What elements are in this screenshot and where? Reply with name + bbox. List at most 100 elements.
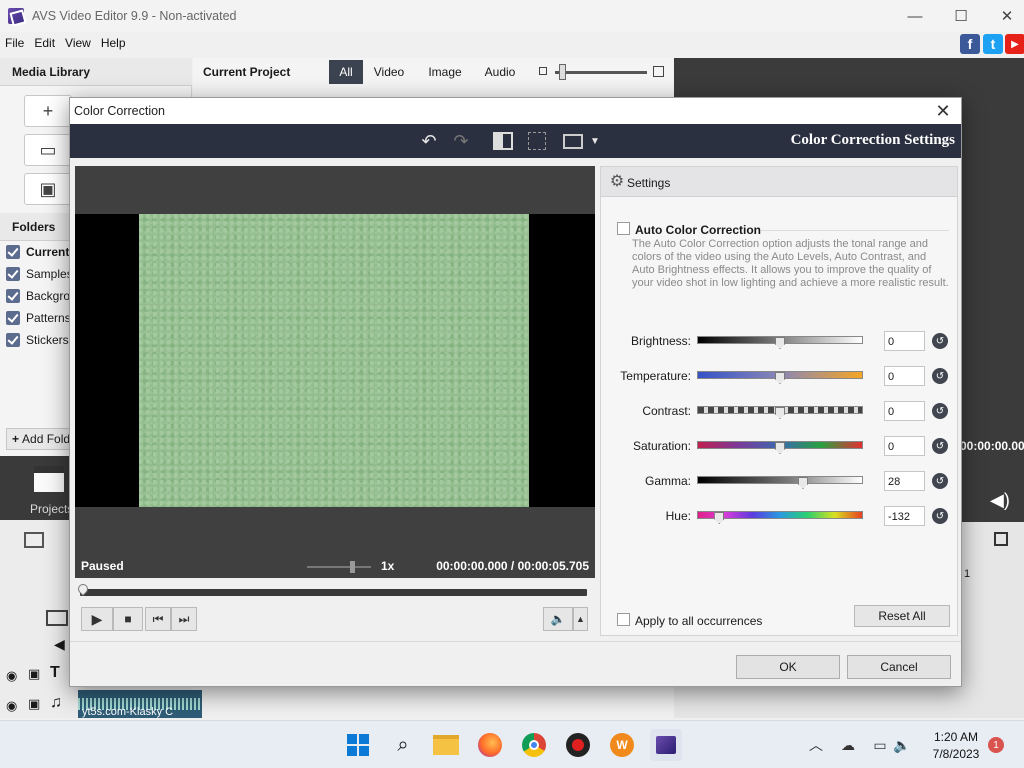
volume-icon[interactable]: ◀) bbox=[990, 490, 1010, 511]
volume-button[interactable]: 🔈 bbox=[543, 607, 573, 631]
chevron-up-icon[interactable]: ︿ bbox=[806, 735, 826, 755]
temperature-slider-thumb[interactable] bbox=[775, 372, 785, 384]
add-folder-button[interactable]: + Add Fold bbox=[6, 428, 76, 450]
settings-panel: ⚙ Settings Auto Color Correction The Aut… bbox=[600, 166, 958, 636]
temperature-slider[interactable] bbox=[697, 371, 863, 384]
lock-icon[interactable]: ▣ bbox=[28, 696, 40, 712]
volume-dropdown[interactable]: ▲ bbox=[573, 607, 588, 631]
hue-slider-thumb[interactable] bbox=[714, 512, 725, 524]
tab-all[interactable]: All bbox=[329, 60, 363, 84]
notification-badge[interactable]: 1 bbox=[988, 737, 1004, 753]
menu-edit[interactable]: Edit bbox=[29, 36, 60, 50]
folder-samples[interactable]: Samples bbox=[6, 264, 73, 284]
gamma-value[interactable]: 28 bbox=[884, 471, 925, 491]
brightness-slider[interactable] bbox=[697, 336, 863, 349]
auto-color-correction-label[interactable]: Auto Color Correction bbox=[635, 223, 761, 237]
eye-icon[interactable]: ◉ bbox=[6, 668, 17, 684]
stop-button[interactable]: ■ bbox=[113, 607, 143, 631]
tab-audio[interactable]: Audio bbox=[481, 60, 519, 84]
youtube-icon[interactable]: ▶ bbox=[1005, 34, 1024, 54]
menu-view[interactable]: View bbox=[60, 36, 96, 50]
menu-help[interactable]: Help bbox=[96, 36, 131, 50]
previous-frame-button[interactable]: ⏮ bbox=[145, 607, 171, 631]
saturation-reset-icon[interactable]: ↺ bbox=[932, 438, 948, 454]
clapperboard-icon[interactable] bbox=[34, 466, 64, 492]
hue-slider[interactable] bbox=[697, 511, 863, 524]
grid-icon[interactable] bbox=[526, 130, 548, 152]
volume-icon[interactable]: 🔈 bbox=[892, 735, 912, 755]
fit-timeline-icon[interactable] bbox=[994, 532, 1008, 546]
folder-backgrounds[interactable]: Backgrou bbox=[6, 286, 77, 306]
network-icon[interactable]: ▭ bbox=[870, 735, 890, 755]
dialog-close-button[interactable]: ✕ bbox=[931, 100, 955, 122]
saturation-slider[interactable] bbox=[697, 441, 863, 454]
recorder-icon[interactable] bbox=[562, 729, 594, 761]
facebook-icon[interactable]: f bbox=[960, 34, 980, 54]
audio-editor-icon[interactable]: W bbox=[606, 729, 638, 761]
capture-screen-icon[interactable]: ▣ bbox=[24, 173, 72, 205]
chevron-down-icon[interactable]: ▼ bbox=[584, 130, 606, 152]
speed-slider-thumb[interactable] bbox=[349, 561, 355, 573]
minimize-button[interactable]: — bbox=[892, 0, 938, 32]
maximize-button[interactable]: ☐ bbox=[938, 0, 984, 32]
temperature-value[interactable]: 0 bbox=[884, 366, 925, 386]
undo-icon[interactable]: ↶ bbox=[418, 130, 440, 152]
reset-all-button[interactable]: Reset All bbox=[854, 605, 950, 627]
gamma-slider-thumb[interactable] bbox=[797, 477, 808, 489]
hue-value[interactable]: -132 bbox=[884, 506, 925, 526]
tab-image[interactable]: Image bbox=[425, 60, 465, 84]
folder-stickers[interactable]: Stickers bbox=[6, 330, 69, 350]
seek-bar[interactable] bbox=[80, 589, 587, 596]
contrast-slider-thumb[interactable] bbox=[775, 407, 785, 419]
cloud-offline-icon[interactable]: ☁ bbox=[838, 735, 858, 755]
redo-icon[interactable]: ↷ bbox=[450, 130, 472, 152]
brightness-reset-icon[interactable]: ↺ bbox=[932, 333, 948, 349]
capture-video-icon[interactable]: ▭ bbox=[24, 134, 72, 166]
apply-to-all-label[interactable]: Apply to all occurrences bbox=[635, 614, 762, 628]
search-icon[interactable]: ⌕ bbox=[387, 729, 419, 761]
clock-time[interactable]: 1:20 AM bbox=[928, 730, 984, 744]
menu-file[interactable]: File bbox=[0, 36, 29, 50]
chrome-icon[interactable] bbox=[518, 729, 550, 761]
small-thumbnail-icon[interactable] bbox=[539, 67, 547, 75]
next-frame-button[interactable]: ⏭ bbox=[171, 607, 197, 631]
zoom-slider-thumb[interactable] bbox=[559, 64, 566, 80]
split-view-icon[interactable] bbox=[492, 130, 514, 152]
apply-to-all-checkbox[interactable] bbox=[617, 613, 630, 626]
brightness-value[interactable]: 0 bbox=[884, 331, 925, 351]
audio-clip[interactable]: yt5s.com-Klasky C bbox=[78, 690, 202, 718]
gamma-slider[interactable] bbox=[697, 476, 863, 489]
contrast-value[interactable]: 0 bbox=[884, 401, 925, 421]
close-button[interactable]: ✕ bbox=[984, 0, 1024, 32]
zoom-slider[interactable] bbox=[555, 71, 647, 74]
projects-label[interactable]: Projects bbox=[30, 502, 73, 516]
ok-button[interactable]: OK bbox=[736, 655, 840, 679]
folder-patterns[interactable]: Patterns bbox=[6, 308, 71, 328]
clock-date[interactable]: 7/8/2023 bbox=[926, 747, 986, 761]
brightness-slider-thumb[interactable] bbox=[775, 337, 785, 349]
monitor-icon[interactable] bbox=[562, 130, 584, 152]
start-icon[interactable] bbox=[342, 729, 374, 761]
saturation-value[interactable]: 0 bbox=[884, 436, 925, 456]
hue-reset-icon[interactable]: ↺ bbox=[932, 508, 948, 524]
twitter-icon[interactable]: t bbox=[983, 34, 1003, 54]
storyboard-icon[interactable] bbox=[24, 532, 44, 548]
file-explorer-icon[interactable] bbox=[430, 729, 462, 761]
saturation-slider-thumb[interactable] bbox=[775, 442, 785, 454]
large-thumbnail-icon[interactable] bbox=[653, 66, 664, 77]
firefox-icon[interactable] bbox=[474, 729, 506, 761]
contrast-reset-icon[interactable]: ↺ bbox=[932, 403, 948, 419]
tab-video[interactable]: Video bbox=[371, 60, 407, 84]
folder-current[interactable]: Current bbox=[6, 242, 69, 262]
lock-icon[interactable]: ▣ bbox=[28, 666, 40, 682]
avs-video-editor-icon[interactable] bbox=[650, 729, 682, 761]
add-media-button[interactable]: + bbox=[24, 95, 72, 127]
auto-color-correction-checkbox[interactable] bbox=[617, 222, 630, 235]
gamma-reset-icon[interactable]: ↺ bbox=[932, 473, 948, 489]
temperature-reset-icon[interactable]: ↺ bbox=[932, 368, 948, 384]
speed-slider[interactable] bbox=[307, 566, 371, 568]
eye-icon[interactable]: ◉ bbox=[6, 698, 17, 714]
play-button[interactable]: ▶ bbox=[81, 607, 113, 631]
contrast-slider[interactable] bbox=[697, 406, 863, 419]
cancel-button[interactable]: Cancel bbox=[847, 655, 951, 679]
